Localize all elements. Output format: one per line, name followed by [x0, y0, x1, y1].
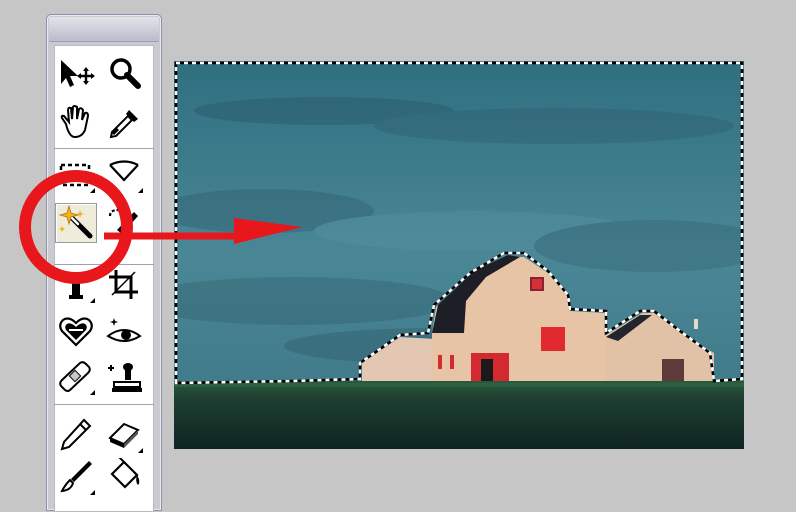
tool-separator [54, 264, 154, 265]
eyedropper-icon [109, 110, 138, 139]
paint-bucket-icon [110, 458, 140, 489]
tool-palette-titlebar[interactable] [49, 17, 159, 42]
magnifier-icon [110, 58, 141, 89]
tool-separator [54, 148, 154, 149]
quick-selection-tool-button[interactable] [104, 206, 144, 244]
pencil-icon [60, 418, 92, 451]
clone-stamp-tool-button[interactable] [104, 358, 144, 396]
magic-wand-icon [58, 204, 93, 239]
red-eye-icon [106, 318, 142, 342]
healing-brush-tool-button[interactable] [56, 358, 96, 396]
paint-bucket-tool-button[interactable] [104, 458, 144, 496]
eyedropper-tool-button[interactable] [104, 104, 144, 142]
tool-flyout-indicator [90, 390, 95, 395]
magic-wand-tool-button[interactable] [55, 203, 97, 243]
crop-tool-button[interactable] [104, 266, 144, 304]
crop-icon [109, 270, 138, 299]
quick-selection-icon [108, 208, 138, 234]
hand-tool-button[interactable] [56, 104, 96, 142]
tool-flyout-indicator [90, 490, 95, 495]
image-canvas[interactable] [174, 61, 744, 449]
move-arrow-icon [61, 60, 95, 87]
heart-cutter-icon [59, 317, 93, 347]
hand-icon [60, 105, 90, 139]
move-tool-button[interactable] [56, 54, 96, 92]
pencil-tool-button[interactable] [56, 416, 96, 454]
barn-photo [174, 61, 744, 449]
tool-flyout-indicator [90, 298, 95, 303]
zoom-tool-button[interactable] [104, 54, 144, 92]
tool-flyout-indicator [138, 188, 143, 193]
grass-field [174, 381, 744, 449]
eraser-tool-button[interactable] [104, 416, 144, 454]
rectangular-marquee-tool-button[interactable] [56, 156, 96, 194]
tool-separator [54, 404, 154, 405]
tool-flyout-indicator [138, 448, 143, 453]
brush-tool-button[interactable] [56, 458, 96, 496]
stamp-icon [108, 363, 142, 392]
type-tool-button[interactable] [56, 266, 96, 304]
cookie-cutter-tool-button[interactable] [56, 312, 96, 350]
tool-flyout-indicator [90, 188, 95, 193]
red-eye-tool-button[interactable] [104, 312, 144, 350]
lasso-tool-button[interactable] [104, 156, 144, 194]
